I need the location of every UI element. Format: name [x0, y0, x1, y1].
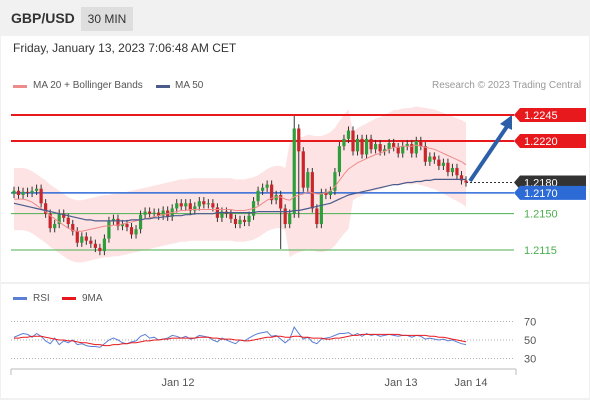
- candle-body: [134, 229, 138, 235]
- candle-body: [138, 214, 143, 230]
- candle-body: [437, 159, 441, 166]
- candle-body: [143, 211, 147, 215]
- candle-body: [107, 220, 111, 239]
- candle-body: [75, 231, 79, 243]
- candle-body: [450, 167, 455, 173]
- candle-body: [84, 236, 88, 241]
- level-label: 1.2245: [524, 110, 558, 122]
- candle-body: [355, 138, 360, 152]
- candle-body: [351, 130, 355, 152]
- candle-body: [98, 247, 102, 252]
- candle-body: [315, 208, 319, 225]
- candle-body: [342, 138, 346, 147]
- level-label: 1.2220: [524, 136, 558, 148]
- candle-body: [288, 213, 292, 225]
- candle-body: [319, 192, 323, 225]
- level-label: 1.2115: [524, 245, 557, 257]
- level-label: 1.2170: [524, 188, 558, 200]
- candle-body: [125, 224, 129, 228]
- candle-body: [297, 128, 301, 152]
- x-tick-label: Jan 12: [161, 377, 194, 389]
- candle-body: [256, 190, 260, 202]
- candle-body: [261, 187, 265, 191]
- candle-body: [369, 138, 373, 150]
- candle-body: [441, 162, 445, 166]
- candle-body: [378, 144, 382, 152]
- candle-body: [229, 213, 233, 219]
- candle-body: [211, 203, 215, 208]
- candle-body: [242, 219, 247, 222]
- chart-svg: 1.22451.22201.21801.21701.21501.21157050…: [1, 106, 589, 389]
- candle-body: [292, 128, 296, 214]
- candle-body: [175, 203, 179, 209]
- candle-body: [197, 201, 201, 207]
- candle-body: [39, 188, 43, 204]
- candle-body: [66, 217, 70, 225]
- candle-body: [80, 236, 84, 243]
- candle-body: [233, 218, 238, 225]
- candle-body: [364, 138, 369, 155]
- candle-body: [446, 162, 450, 173]
- candle-body: [129, 227, 134, 235]
- candle-body: [337, 146, 342, 173]
- candle-body: [423, 146, 427, 162]
- candle-body: [310, 172, 314, 209]
- candle-body: [238, 219, 242, 225]
- rsi-tick-label: 70: [524, 317, 536, 329]
- candle-body: [206, 203, 210, 205]
- rsi-tick-label: 30: [524, 354, 536, 366]
- forecast-arrow: [468, 123, 510, 183]
- candle-body: [179, 203, 183, 207]
- rsi-tick-label: 50: [524, 335, 536, 347]
- candle-body: [35, 188, 39, 191]
- rsi-line: [13, 326, 467, 348]
- candle-body: [89, 240, 93, 244]
- candle-body: [464, 180, 468, 183]
- candle-body: [102, 238, 106, 252]
- candle-body: [306, 172, 310, 188]
- chart-widget: { "header": {"symbol": "GBP/USD", "timef…: [0, 0, 590, 400]
- candle-body: [247, 215, 251, 222]
- candle-body: [346, 130, 351, 139]
- candle-body: [374, 144, 378, 150]
- candle-body: [16, 190, 21, 195]
- candle-body: [432, 156, 436, 160]
- candle-body: [30, 190, 34, 193]
- level-label: 1.2150: [524, 209, 558, 221]
- candle-body: [428, 156, 432, 162]
- candle-body: [12, 190, 16, 194]
- candle-body: [392, 143, 396, 148]
- candle-body: [25, 191, 30, 193]
- candle-body: [419, 140, 423, 147]
- candle-body: [401, 146, 405, 154]
- candle-body: [301, 151, 305, 188]
- x-tick-label: Jan 13: [384, 377, 417, 389]
- x-tick-label: Jan 14: [454, 377, 487, 389]
- candle-body: [148, 211, 152, 214]
- candle-body: [396, 147, 400, 154]
- candle-body: [455, 167, 459, 176]
- candle-body: [53, 224, 57, 229]
- candle-body: [93, 243, 97, 248]
- candle-body: [202, 201, 206, 205]
- candle-body: [21, 191, 25, 195]
- candle-body: [265, 184, 269, 188]
- candle-body: [360, 138, 364, 155]
- candle-body: [414, 140, 418, 154]
- candle-body: [184, 203, 188, 207]
- candle-body: [152, 212, 156, 214]
- candle-body: [283, 208, 287, 225]
